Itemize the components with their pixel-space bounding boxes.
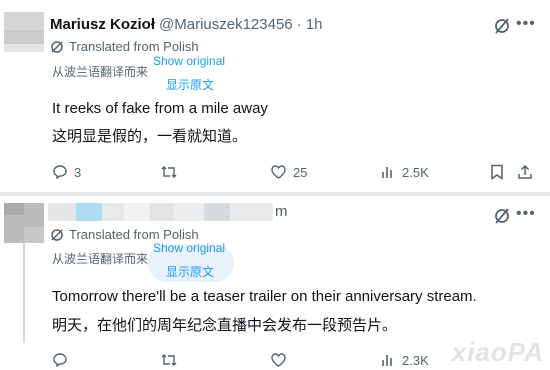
translated-from-zh: 从波兰语翻译而来 (52, 65, 149, 79)
views-button[interactable]: 2.5K (380, 162, 429, 182)
views-icon (382, 167, 392, 178)
reply-icon (53, 353, 67, 368)
views-button[interactable]: 2.3K (380, 350, 429, 370)
bookmark-icon (491, 164, 503, 180)
reply-icon (53, 165, 67, 180)
post-text-zh: 明天，在他们的周年纪念直播中会发布一段预告片。 (52, 317, 398, 334)
author-name[interactable]: Mariusz Kozioł (50, 16, 155, 33)
view-count: 2.5K (402, 164, 429, 180)
repost-icon (161, 354, 177, 366)
post-text-zh: 这明显是假的，一看就知道。 (52, 128, 248, 145)
translation-note: Translated from Polish (50, 39, 199, 54)
post-header: Mariusz Kozioł @Mariuszek123456 · 1h (50, 14, 323, 34)
repost-button[interactable] (160, 350, 184, 370)
avatar-2[interactable] (4, 203, 44, 243)
translated-from-zh: 从波兰语翻译而来 (52, 252, 149, 266)
grok-icon[interactable] (492, 206, 512, 226)
like-icon (271, 353, 286, 367)
show-original-zh-link[interactable]: 显示原文 (166, 76, 214, 93)
watermark: xiaoPA (451, 337, 544, 367)
like-button[interactable]: 25 (270, 162, 307, 182)
like-icon (271, 165, 286, 179)
views-icon (382, 355, 392, 366)
reply-button[interactable]: 3 (52, 162, 81, 182)
repost-icon (161, 166, 177, 178)
avatar[interactable] (4, 12, 44, 52)
view-count: 2.3K (402, 352, 429, 368)
more-icon[interactable]: ••• (516, 204, 536, 224)
post-text-en: Tomorrow there'll be a teaser trailer on… (52, 288, 477, 305)
translate-icon (51, 228, 63, 241)
bookmark-button[interactable] (490, 162, 504, 182)
show-original-zh-link[interactable]: 显示原文 (166, 263, 214, 280)
thread-line (23, 243, 25, 343)
post-1[interactable]: Mariusz Kozioł @Mariuszek123456 · 1h •••… (0, 0, 550, 192)
grok-icon[interactable] (492, 16, 512, 36)
share-button[interactable] (517, 162, 533, 182)
handle-suffix: m (275, 203, 288, 220)
post-divider (0, 192, 550, 196)
translate-icon (51, 40, 63, 53)
translation-note: Translated from Polish (50, 227, 199, 242)
share-icon (518, 164, 532, 179)
more-icon[interactable]: ••• (516, 14, 536, 34)
reply-count: 3 (74, 164, 82, 180)
show-original-link[interactable]: Show original (153, 54, 225, 68)
action-bar: 3 25 2.5K (0, 162, 550, 182)
repost-button[interactable] (160, 162, 184, 182)
author-handle[interactable]: @Mariuszek123456 (159, 16, 293, 33)
show-original-link[interactable]: Show original (153, 241, 225, 255)
post-text-en: It reeks of fake from a mile away (52, 100, 268, 117)
like-count: 25 (293, 164, 308, 180)
reply-button[interactable] (52, 350, 74, 370)
translated-from-label: Translated from Polish (69, 227, 199, 242)
translated-from-label: Translated from Polish (69, 39, 199, 54)
post-time[interactable]: · 1h (297, 16, 323, 33)
author-name-redacted[interactable] (48, 203, 273, 221)
like-button[interactable] (270, 350, 293, 370)
